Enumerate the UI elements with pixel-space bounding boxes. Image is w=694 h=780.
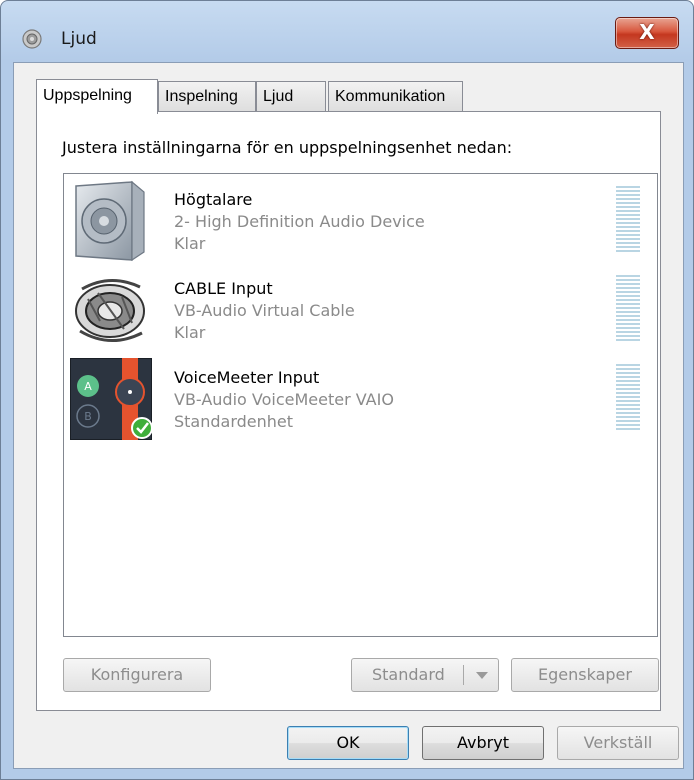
list-item-cable-input[interactable]: CABLE Input VB-Audio Virtual Cable Klar [70, 269, 650, 353]
dialog-client-area: Uppspelning Inspelning Ljud Kommunikatio… [13, 62, 684, 769]
standard-button-label: Standard [372, 665, 445, 684]
chevron-down-icon[interactable] [476, 672, 488, 679]
svg-text:B: B [84, 410, 92, 423]
ok-button[interactable]: OK [287, 726, 409, 760]
instruction-text: Justera inställningarna för en uppspelni… [62, 138, 513, 157]
close-button[interactable]: X [615, 17, 679, 49]
list-item-hogtalare[interactable]: Högtalare 2- High Definition Audio Devic… [70, 180, 650, 264]
tab-ljud[interactable]: Ljud [256, 81, 326, 111]
title-bar[interactable]: Ljud X [1, 1, 693, 63]
properties-button[interactable]: Egenskaper [511, 658, 659, 692]
volume-level-meter [616, 186, 640, 252]
svg-text:A: A [84, 380, 92, 393]
apply-button[interactable]: Verkställ [557, 726, 679, 760]
configure-button[interactable]: Konfigurera [63, 658, 211, 692]
device-description: 2- High Definition Audio Device [174, 212, 425, 231]
tab-panel: Justera inställningarna för en uppspelni… [36, 111, 661, 711]
volume-level-meter [616, 275, 640, 341]
device-name: Högtalare [174, 190, 253, 209]
device-list[interactable]: Högtalare 2- High Definition Audio Devic… [63, 173, 658, 637]
tab-kommunikation[interactable]: Kommunikation [328, 81, 463, 111]
device-status: Klar [174, 323, 206, 342]
device-description: VB-Audio VoiceMeeter VAIO [174, 390, 394, 409]
window-title: Ljud [61, 29, 97, 49]
device-description: VB-Audio Virtual Cable [174, 301, 355, 320]
close-icon: X [639, 20, 655, 44]
voicemeeter-device-icon: A B [70, 358, 152, 440]
device-name: VoiceMeeter Input [174, 368, 320, 387]
cancel-button[interactable]: Avbryt [422, 726, 544, 760]
speaker-icon [22, 29, 42, 49]
standard-split-button[interactable]: Standard [351, 658, 499, 692]
volume-level-meter [616, 364, 640, 430]
sound-dialog-window: Ljud X Uppspelning Inspelning Ljud Kommu… [0, 0, 694, 780]
device-status: Klar [174, 234, 206, 253]
device-status: Standardenhet [174, 412, 294, 431]
split-separator [463, 665, 464, 685]
tab-inspelning[interactable]: Inspelning [158, 81, 256, 111]
speaker-device-icon [75, 180, 145, 262]
device-name: CABLE Input [174, 279, 273, 298]
cable-device-icon [75, 279, 145, 343]
tab-uppspelning[interactable]: Uppspelning [36, 79, 158, 114]
list-item-voicemeeter-input[interactable]: A B VoiceMeeter Input VB-Audio VoiceMeet… [70, 358, 650, 442]
